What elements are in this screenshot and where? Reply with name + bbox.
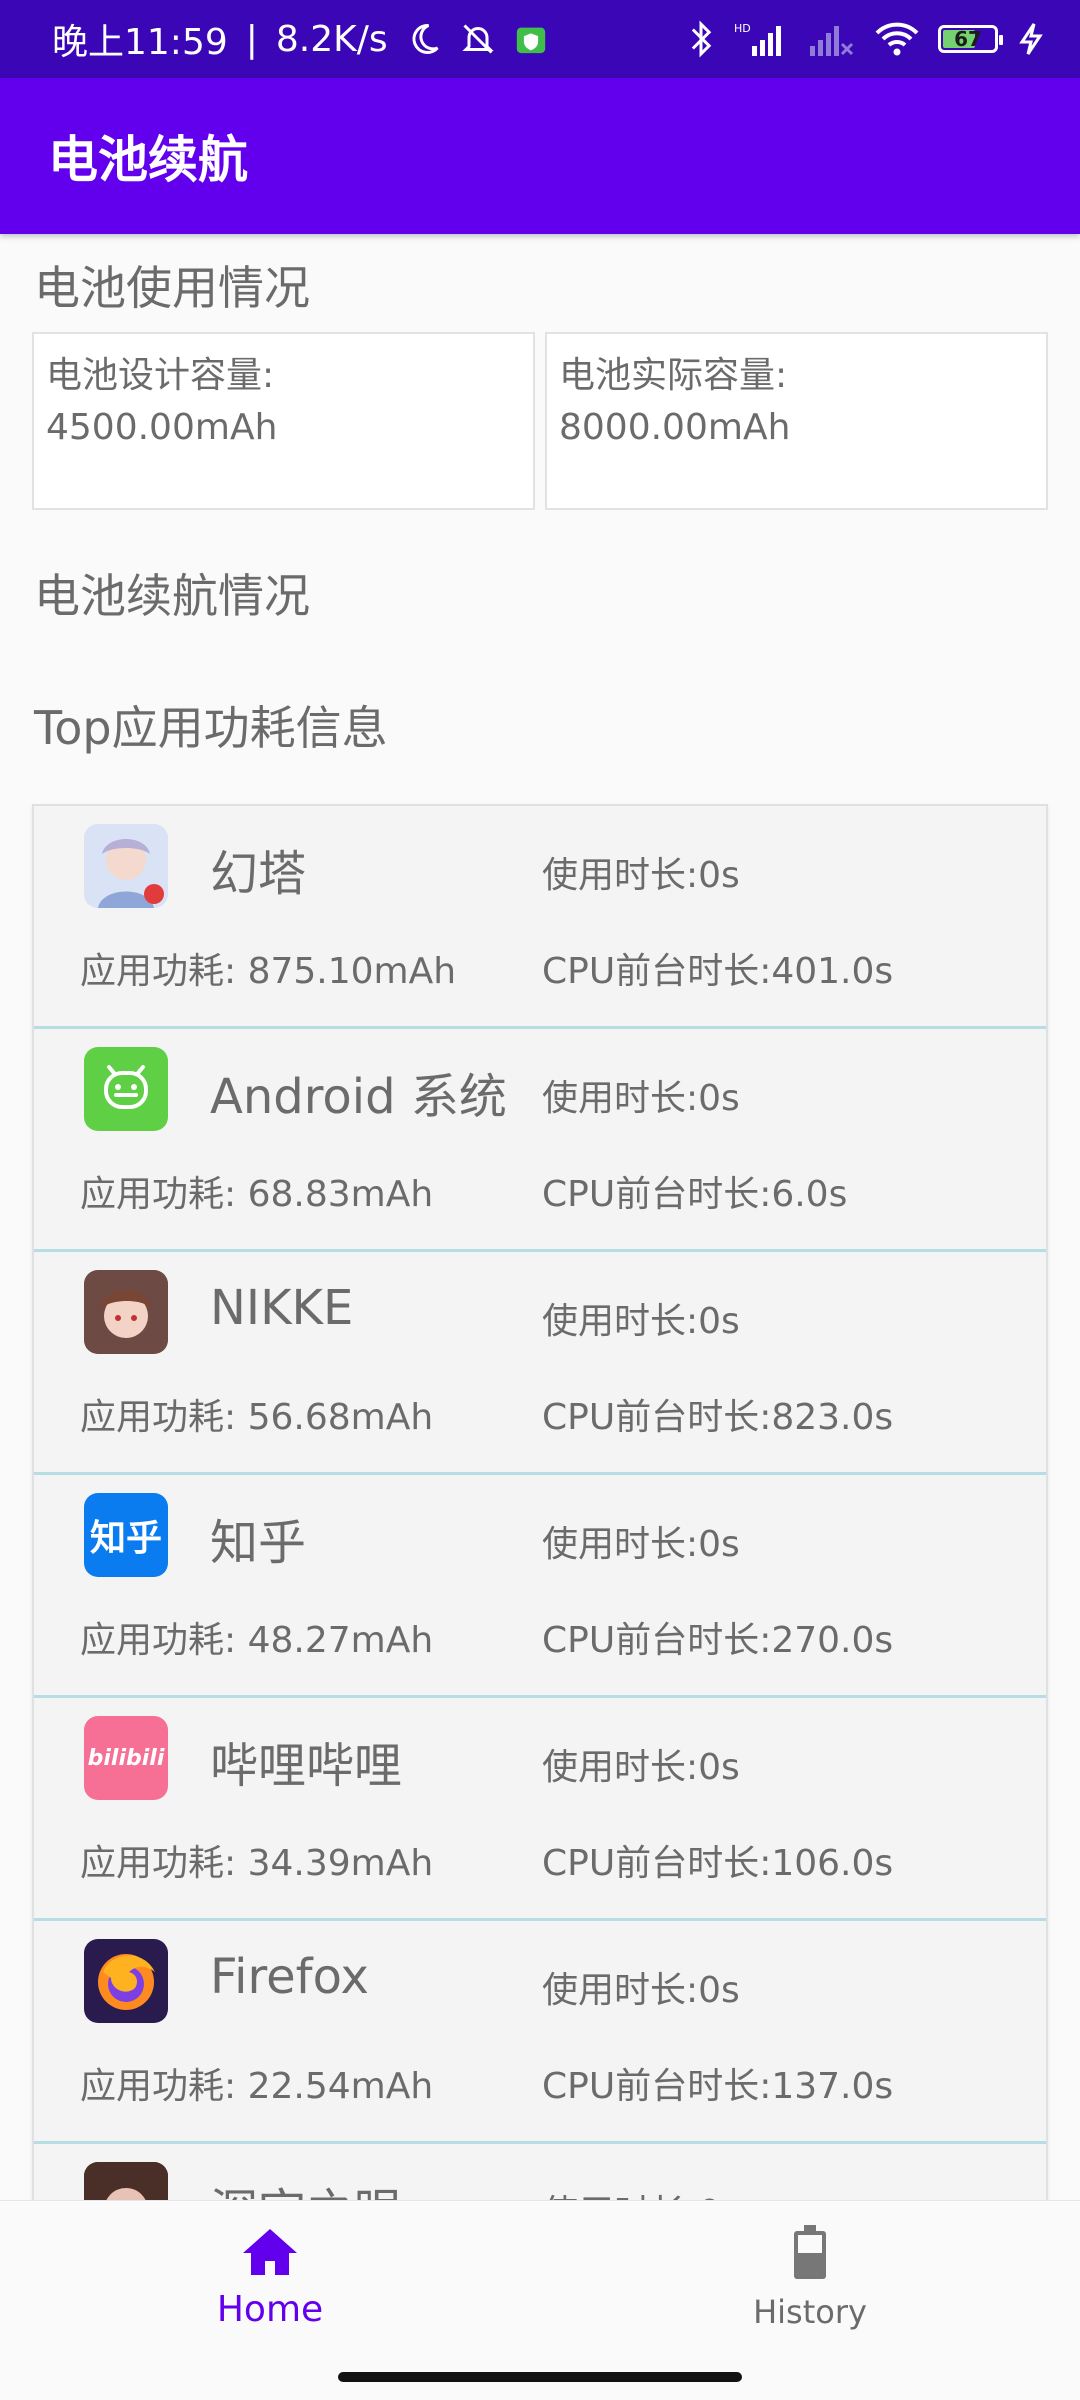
app-power: 应用功耗: 56.68mAh xyxy=(80,1397,434,1438)
svg-text:HD: HD xyxy=(734,22,751,35)
app-power: 应用功耗: 875.10mAh xyxy=(80,951,457,992)
bluetooth-icon xyxy=(686,20,716,58)
app-power: 应用功耗: 68.83mAh xyxy=(80,1174,434,1215)
app-name: 知乎 xyxy=(210,1515,307,1571)
app-usage-time: 使用时长:0s xyxy=(542,1747,740,1788)
status-net-speed: 8.2K/s xyxy=(275,18,388,60)
gesture-bar[interactable] xyxy=(338,2372,742,2382)
design-capacity-value: 4500.00mAh xyxy=(46,407,278,448)
nikke-icon xyxy=(84,1270,168,1354)
list-item[interactable]: Android 系统 使用时长:0s 应用功耗: 68.83mAh CPU前台时… xyxy=(34,1029,1046,1252)
app-name: Firefox xyxy=(210,1949,369,2005)
battery-usage-title: 电池使用情况 xyxy=(34,261,310,315)
charging-icon xyxy=(1016,21,1046,57)
moon-icon xyxy=(406,21,442,57)
app-cpu-time: CPU前台时长:270.0s xyxy=(542,1620,894,1661)
list-item[interactable]: NIKKE 使用时长:0s 应用功耗: 56.68mAh CPU前台时长:823… xyxy=(34,1252,1046,1475)
signal-hd-icon: HD xyxy=(734,20,788,58)
app-usage-time: 使用时长:0s xyxy=(542,2184,740,2200)
firefox-icon xyxy=(84,1939,168,2023)
battery-endurance-title: 电池续航情况 xyxy=(34,569,310,623)
status-time: 晚上11:59 xyxy=(52,22,228,63)
app-name: NIKKE xyxy=(210,1280,354,1336)
battery-icon: 67 xyxy=(938,25,1003,53)
app-usage-time: 使用时长:0s xyxy=(542,1970,740,2011)
bottom-navigation: Home History xyxy=(0,2200,1080,2355)
app-cpu-time: CPU前台时长:823.0s xyxy=(542,1397,894,1438)
app-bar: 电池续航 xyxy=(0,78,1080,234)
list-item[interactable]: 幻塔 使用时长:0s 应用功耗: 875.10mAh CPU前台时长:401.0… xyxy=(34,806,1046,1029)
zhihu-icon: 知乎 xyxy=(84,1493,168,1577)
android-icon xyxy=(84,1047,168,1131)
app-usage-time: 使用时长:0s xyxy=(542,1524,740,1565)
nav-history[interactable]: History xyxy=(540,2201,1080,2355)
bilibili-icon: bilibili xyxy=(84,1716,168,1800)
battery-level: 67 xyxy=(954,27,982,51)
app-usage-time: 使用时长:0s xyxy=(542,1301,740,1342)
app-name: 深空之眼 xyxy=(210,2172,402,2200)
aether-gazer-icon xyxy=(84,2162,168,2200)
home-icon xyxy=(241,2227,299,2281)
actual-capacity-label: 电池实际容量: xyxy=(559,355,788,396)
app-usage-time: 使用时长:0s xyxy=(542,855,740,896)
list-item[interactable]: 知乎 知乎 使用时长:0s 应用功耗: 48.27mAh CPU前台时长:270… xyxy=(34,1475,1046,1698)
nav-history-label: History xyxy=(753,2293,867,2331)
zhihu-logo-text: 知乎 xyxy=(89,1518,162,1559)
nav-home[interactable]: Home xyxy=(0,2201,540,2355)
bell-off-icon xyxy=(460,21,496,57)
bilibili-logo-text: bilibili xyxy=(87,1745,165,1771)
list-item[interactable]: bilibili 哔哩哔哩 使用时长:0s 应用功耗: 34.39mAh CPU… xyxy=(34,1698,1046,1921)
list-item[interactable]: 深空之眼 使用时长:0s xyxy=(34,2144,1046,2200)
app-name: 幻塔 xyxy=(210,846,307,902)
capacity-row: 电池设计容量: 4500.00mAh 电池实际容量: 8000.00mAh xyxy=(32,332,1048,510)
app-power: 应用功耗: 34.39mAh xyxy=(80,1843,434,1884)
actual-capacity-card: 电池实际容量: 8000.00mAh xyxy=(545,332,1048,510)
main-content[interactable]: 电池使用情况 电池设计容量: 4500.00mAh 电池实际容量: 8000.0… xyxy=(0,234,1080,2200)
list-item[interactable]: Firefox 使用时长:0s 应用功耗: 22.54mAh CPU前台时长:1… xyxy=(34,1921,1046,2144)
app-name: Android 系统 xyxy=(210,1069,507,1125)
page-title: 电池续航 xyxy=(48,131,248,189)
top-apps-title: Top应用功耗信息 xyxy=(34,701,388,755)
tower-of-fantasy-icon xyxy=(84,824,168,908)
app-power-list[interactable]: 幻塔 使用时长:0s 应用功耗: 875.10mAh CPU前台时长:401.0… xyxy=(32,804,1048,2200)
app-power: 应用功耗: 22.54mAh xyxy=(80,2066,434,2107)
shield-app-icon xyxy=(514,22,548,56)
app-usage-time: 使用时长:0s xyxy=(542,1078,740,1119)
app-cpu-time: CPU前台时长:137.0s xyxy=(542,2066,894,2107)
app-cpu-time: CPU前台时长:106.0s xyxy=(542,1843,894,1884)
status-bar: 晚上11:59 | 8.2K/s HD 67 xyxy=(0,0,1080,78)
wifi-icon xyxy=(874,21,920,57)
design-capacity-label: 电池设计容量: xyxy=(46,355,275,396)
app-name: 哔哩哔哩 xyxy=(210,1738,403,1794)
actual-capacity-value: 8000.00mAh xyxy=(559,407,791,448)
status-separator: | xyxy=(245,18,258,60)
app-power: 应用功耗: 48.27mAh xyxy=(80,1620,434,1661)
app-cpu-time: CPU前台时长:6.0s xyxy=(542,1174,848,1215)
app-cpu-time: CPU前台时长:401.0s xyxy=(542,951,894,992)
battery-history-icon xyxy=(790,2225,830,2285)
design-capacity-card: 电池设计容量: 4500.00mAh xyxy=(32,332,535,510)
nav-home-label: Home xyxy=(216,2288,324,2330)
signal-empty-icon xyxy=(806,20,856,58)
